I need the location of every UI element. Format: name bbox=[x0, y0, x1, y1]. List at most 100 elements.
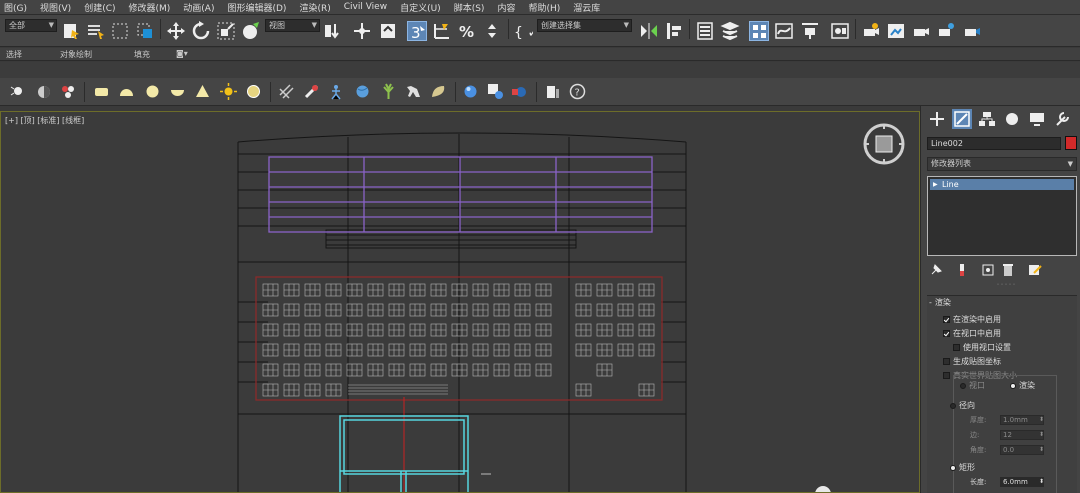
make-unique-icon[interactable] bbox=[981, 263, 995, 277]
show-end-result-icon[interactable] bbox=[955, 263, 969, 277]
radio-dot[interactable] bbox=[1010, 383, 1016, 389]
modifier-stack[interactable]: ▶ Line bbox=[927, 176, 1077, 256]
sides-spinner[interactable]: 边: 12 ⬍ bbox=[970, 430, 1044, 440]
menu-cloud-library[interactable]: 溜云库 bbox=[573, 1, 600, 14]
render-production-icon[interactable] bbox=[911, 21, 931, 41]
menu-rendering[interactable]: 渲染(R) bbox=[299, 1, 330, 14]
mode-render-radio[interactable]: 渲染 bbox=[1010, 380, 1035, 391]
rotate-icon[interactable] bbox=[191, 21, 211, 41]
proxy-object-icon[interactable] bbox=[303, 83, 320, 100]
object-color-swatch[interactable] bbox=[1065, 136, 1077, 150]
material-color-icon[interactable] bbox=[511, 83, 528, 100]
horse-object-icon[interactable] bbox=[405, 83, 422, 100]
spinner-arrows-icon[interactable]: ⬍ bbox=[1039, 431, 1044, 439]
menu-animation[interactable]: 动画(A) bbox=[183, 1, 214, 14]
utilities-tab-icon[interactable] bbox=[1052, 109, 1072, 129]
spinner-arrows-icon[interactable]: ⬍ bbox=[1039, 446, 1044, 454]
hierarchy-tab-icon[interactable] bbox=[977, 109, 997, 129]
modifier-list-dropdown[interactable]: 修改器列表 ▼ bbox=[927, 157, 1077, 171]
ref-coord-dropdown[interactable]: 视图 ▼ bbox=[265, 19, 320, 32]
angle-snap-icon[interactable] bbox=[432, 21, 452, 41]
render-iterative-icon[interactable] bbox=[936, 21, 956, 41]
navigation-gizmo-icon[interactable] bbox=[815, 486, 831, 493]
motion-tab-icon[interactable] bbox=[1002, 109, 1022, 129]
checkbox-box[interactable] bbox=[943, 372, 950, 379]
mode-viewport-radio[interactable]: 视口 bbox=[960, 380, 985, 391]
layer-explorer-icon[interactable] bbox=[720, 21, 740, 41]
edit-named-selection-icon[interactable]: { ✓ bbox=[513, 21, 533, 41]
spinner-arrows-icon[interactable]: ⬍ bbox=[1039, 416, 1044, 424]
rendered-frame-window-icon[interactable] bbox=[886, 21, 906, 41]
checkbox-box[interactable] bbox=[943, 330, 950, 337]
hemisphere-primitive-icon[interactable] bbox=[118, 83, 135, 100]
object-name-field[interactable]: Line002 bbox=[927, 137, 1061, 150]
cone-primitive-icon[interactable] bbox=[194, 83, 211, 100]
ribbon-toggle-icon[interactable] bbox=[749, 21, 769, 41]
rect-selection-icon[interactable] bbox=[110, 21, 130, 41]
splitter-handle[interactable]: ˙˙˙˙˙ bbox=[996, 283, 1016, 292]
viewport-top[interactable]: [+] [顶] [标准] [线框] bbox=[0, 111, 920, 493]
archive-icon[interactable] bbox=[544, 83, 561, 100]
figure-object-icon[interactable] bbox=[328, 83, 345, 100]
radio-dot[interactable] bbox=[960, 383, 966, 389]
box-primitive-icon[interactable] bbox=[93, 83, 110, 100]
thickness-spinner[interactable]: 厚度: 1.0mm ⬍ bbox=[970, 415, 1044, 425]
plant-object-icon[interactable] bbox=[380, 83, 397, 100]
angle-spinner[interactable]: 角度: 0.0 ⬍ bbox=[970, 445, 1044, 455]
display-tab-icon[interactable] bbox=[1027, 109, 1047, 129]
place-icon[interactable] bbox=[241, 21, 261, 41]
menu-graph-editors[interactable]: 图形编辑器(D) bbox=[227, 1, 286, 14]
particle-system-icon[interactable] bbox=[60, 83, 77, 100]
radial-radio[interactable]: 径向 bbox=[950, 400, 975, 411]
material-sphere-icon[interactable] bbox=[462, 83, 479, 100]
expand-arrow-icon[interactable]: ▶ bbox=[933, 179, 938, 190]
menu-customize[interactable]: 自定义(U) bbox=[400, 1, 441, 14]
spinner-value[interactable]: 0.0 ⬍ bbox=[1000, 445, 1044, 455]
menu-content[interactable]: 内容 bbox=[497, 1, 515, 14]
ribbon-tab-object-paint[interactable]: 对象绘制 bbox=[60, 49, 92, 60]
sphere-primitive-icon[interactable] bbox=[144, 83, 161, 100]
menu-create[interactable]: 创建(C) bbox=[84, 1, 115, 14]
pivot-center-icon[interactable] bbox=[323, 21, 343, 41]
stack-item-line[interactable]: ▶ Line bbox=[930, 179, 1074, 190]
radio-dot[interactable] bbox=[950, 465, 956, 471]
ribbon-toggle-icon[interactable]: ◙▾ bbox=[176, 49, 188, 58]
checkbox-box[interactable] bbox=[943, 316, 950, 323]
light-icon[interactable] bbox=[10, 83, 27, 100]
help-icon[interactable]: ? bbox=[569, 83, 586, 100]
menu-view[interactable]: 视图(V) bbox=[40, 1, 71, 14]
camera-target-icon[interactable] bbox=[35, 83, 52, 100]
spinner-value[interactable]: 12 ⬍ bbox=[1000, 430, 1044, 440]
snap-toggle-icon[interactable]: 3 bbox=[407, 21, 427, 42]
scale-icon[interactable] bbox=[216, 21, 236, 41]
enable-in-renderer-checkbox[interactable]: 在渲染中启用 bbox=[943, 314, 1001, 325]
select-object-icon[interactable] bbox=[61, 21, 81, 41]
move-icon[interactable] bbox=[166, 21, 186, 41]
sky-dome-icon[interactable] bbox=[245, 83, 262, 100]
curve-editor-icon[interactable] bbox=[774, 21, 794, 41]
named-selection-dropdown[interactable]: 创建选择集 ▼ bbox=[537, 19, 632, 32]
remove-modifier-icon[interactable] bbox=[1001, 263, 1015, 277]
material-editor-icon[interactable] bbox=[830, 21, 850, 41]
percent-snap-icon[interactable]: % bbox=[457, 21, 477, 41]
render-online-icon[interactable] bbox=[962, 21, 982, 41]
use-viewport-settings-checkbox[interactable]: 使用视口设置 bbox=[953, 342, 1011, 353]
enable-in-viewport-checkbox[interactable]: 在视口中启用 bbox=[943, 328, 1001, 339]
material-assign-icon[interactable] bbox=[487, 83, 504, 100]
length-spinner[interactable]: 长度: 6.0mm ⬍ bbox=[970, 477, 1044, 487]
globe-object-icon[interactable] bbox=[354, 83, 371, 100]
menu-help[interactable]: 帮助(H) bbox=[528, 1, 560, 14]
align-icon[interactable] bbox=[664, 21, 684, 41]
mirror-icon[interactable] bbox=[639, 21, 659, 41]
menu-scripting[interactable]: 脚本(S) bbox=[454, 1, 485, 14]
create-tab-icon[interactable] bbox=[927, 109, 947, 129]
ribbon-tab-selection[interactable]: 选择 bbox=[6, 49, 22, 60]
spinner-snap-icon[interactable] bbox=[482, 21, 502, 41]
viewcube-icon[interactable] bbox=[863, 123, 905, 165]
select-by-name-icon[interactable] bbox=[86, 21, 106, 41]
spinner-value[interactable]: 6.0mm ⬍ bbox=[1000, 477, 1044, 487]
menu-modifiers[interactable]: 修改器(M) bbox=[129, 1, 171, 14]
ribbon-tab-populate[interactable]: 填充 bbox=[134, 49, 150, 60]
rectangular-radio[interactable]: 矩形 bbox=[950, 462, 975, 473]
window-crossing-icon[interactable] bbox=[135, 21, 155, 41]
